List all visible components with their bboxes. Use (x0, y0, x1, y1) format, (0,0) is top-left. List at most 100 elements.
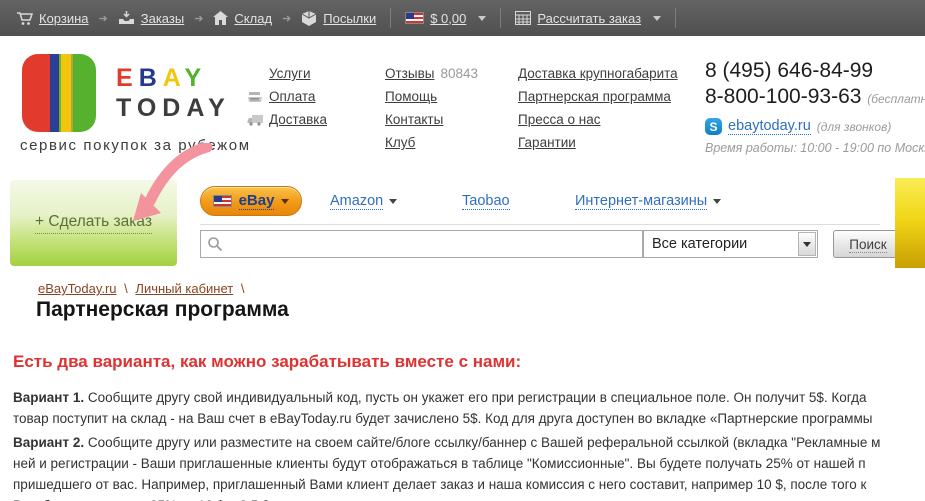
select-arrow-icon (798, 232, 816, 256)
nav-link-help[interactable]: Помощь (385, 89, 437, 104)
nav-column-services: Услуги Оплата Доставка (247, 62, 327, 131)
topbar-item-label: Корзина (39, 10, 89, 26)
chevron-down-icon (713, 198, 722, 204)
step-arrow-icon: ➜ (98, 12, 108, 25)
phone-tollfree-note: (бесплатный (867, 92, 925, 106)
variant2-paragraph: Вариант 2. Сообщите другу или разместите… (13, 432, 880, 501)
breadcrumb-account[interactable]: Личный кабинет (135, 281, 233, 296)
chevron-down-icon (653, 15, 662, 21)
step-arrow-icon: ➜ (282, 12, 292, 25)
logo-text: EBAY TODAY (116, 63, 231, 123)
breadcrumb-separator: \ (124, 281, 128, 296)
breadcrumb-home[interactable]: eBayToday.ru (38, 281, 117, 296)
nav-link-services[interactable]: Услуги (269, 66, 311, 81)
make-order-label: + Сделать заказ (35, 213, 152, 234)
logo-word-today: TODAY (116, 94, 231, 122)
divider (500, 8, 502, 28)
nav-column-more: Доставка крупногабарита Партнерская прог… (518, 62, 678, 154)
variant1-paragraph: Вариант 1. Сообщите другу свой индивидуа… (13, 387, 872, 429)
marketplace-panel: eBay Amazon Taobao Интернет-магазины Все… (185, 180, 903, 266)
inbox-icon (118, 11, 135, 25)
make-order-button[interactable]: + Сделать заказ (10, 180, 177, 266)
tab-taobao[interactable]: Taobao (462, 185, 510, 217)
cash-register-icon (247, 91, 269, 103)
logo[interactable]: EBAY TODAY (22, 54, 231, 132)
nav-column-info: Отзывы 80843 Помощь Контакты Клуб (385, 62, 478, 154)
chevron-down-icon (478, 15, 487, 21)
category-select-value: Все категории (652, 236, 748, 252)
tab-ebay-label: eBay (238, 192, 275, 210)
main-content: eBayToday.ru \ Личный кабинет \ Партнерс… (0, 268, 925, 501)
truck-icon (247, 114, 269, 126)
search-button[interactable]: Поиск (833, 230, 903, 258)
category-select[interactable]: Все категории (643, 230, 818, 258)
variant2-line2: ней и регистрации - Ваши приглашенные кл… (13, 456, 866, 471)
search-input[interactable] (200, 230, 643, 258)
calculate-order-label: Рассчитать заказ (537, 10, 642, 26)
package-icon (301, 10, 317, 26)
logo-word-ebay: EBAY (116, 64, 208, 92)
nav-link-oversized-delivery[interactable]: Доставка крупногабарита (518, 66, 678, 81)
topbar-item-orders[interactable]: Заказы (118, 11, 184, 26)
topbar-item-label: Заказы (140, 10, 185, 26)
tab-ebay[interactable]: eBay (200, 186, 302, 216)
us-flag-icon (405, 12, 425, 24)
chevron-down-icon (281, 198, 290, 204)
variant1-line2: товар поступит на склад - на Ваш счет в … (13, 411, 873, 426)
nav-row: Оплата (247, 85, 327, 108)
variant2-line1: Сообщите другу или разместите на своем с… (87, 435, 881, 450)
nav-row: Услуги (247, 62, 327, 85)
page: Корзина ➜ Заказы ➜ Склад ➜ Посылки $ 0,0… (0, 0, 925, 501)
working-hours: Время работы: 10:00 - 19:00 по Москве (705, 141, 925, 155)
marketplace-tabs: eBay (200, 185, 302, 217)
variant2-line4: Вам будет зачислено 25% от 10 $ = 2,5 $. (13, 495, 880, 501)
page-title: Партнерская программа (36, 298, 289, 321)
topbar-item-cart[interactable]: Корзина (16, 11, 89, 26)
topbar: Корзина ➜ Заказы ➜ Склад ➜ Посылки $ 0,0… (0, 0, 925, 36)
phone-tollfree: 8-800-100-93-63 (705, 85, 862, 108)
tab-internet-shops-label: Интернет-магазины (575, 192, 708, 210)
calculate-order-dropdown[interactable]: Рассчитать заказ (515, 10, 662, 26)
home-icon (213, 11, 229, 25)
search-icon (207, 236, 223, 257)
chevron-down-icon (389, 198, 398, 204)
nav-link-partner-program[interactable]: Партнерская программа (518, 89, 671, 104)
tab-amazon[interactable]: Amazon (330, 185, 398, 217)
skype-icon: S (705, 118, 722, 135)
variant1-line1: Сообщите другу свой индивидуальный код, … (87, 390, 867, 405)
reviews-count: 80843 (440, 66, 478, 81)
nav-link-contacts[interactable]: Контакты (385, 112, 443, 127)
variant2-lead: Вариант 2. (13, 435, 85, 450)
divider (675, 8, 677, 28)
nav-row: Отзывы 80843 (385, 62, 478, 85)
tab-internet-shops[interactable]: Интернет-магазины (575, 185, 722, 217)
phone-primary: 8 (495) 646-84-99 (705, 59, 874, 82)
tab-amazon-label: Amazon (330, 192, 384, 210)
nav-link-reviews[interactable]: Отзывы (385, 66, 434, 81)
nav-link-delivery[interactable]: Доставка (269, 112, 327, 127)
nav-link-payment[interactable]: Оплата (269, 89, 315, 104)
header: EBAY TODAY сервис покупок за рубежом Усл… (0, 36, 925, 178)
breadcrumb: eBayToday.ru \ Личный кабинет \ (38, 281, 248, 296)
breadcrumb-separator: \ (240, 281, 245, 296)
skype-row: S ebaytoday.ru (для звонков) (705, 118, 925, 135)
phone-tollfree-row: 8-800-100-93-63 (бесплатный (705, 84, 925, 112)
cart-icon (16, 11, 33, 26)
nav-link-club[interactable]: Клуб (385, 135, 415, 150)
nav-link-guarantees[interactable]: Гарантии (518, 135, 576, 150)
topbar-item-parcels[interactable]: Посылки (301, 10, 377, 26)
skype-link[interactable]: ebaytoday.ru (728, 118, 811, 135)
divider (390, 8, 392, 28)
topbar-item-warehouse[interactable]: Склад (213, 11, 272, 26)
nav-row: Доставка (247, 108, 327, 131)
topbar-item-label: Склад (234, 10, 273, 26)
currency-dropdown[interactable]: $ 0,00 (405, 11, 487, 26)
section-heading: Есть два варианта, как можно зарабатыват… (13, 352, 522, 371)
logo-tagline: сервис покупок за рубежом (20, 137, 251, 154)
skype-note: (для звонков) (816, 119, 892, 134)
nav-link-press[interactable]: Пресса о нас (518, 112, 600, 127)
topbar-item-label: Посылки (323, 10, 377, 26)
divider (200, 224, 880, 225)
step-arrow-icon: ➜ (194, 12, 204, 25)
yellow-strip (895, 178, 925, 268)
